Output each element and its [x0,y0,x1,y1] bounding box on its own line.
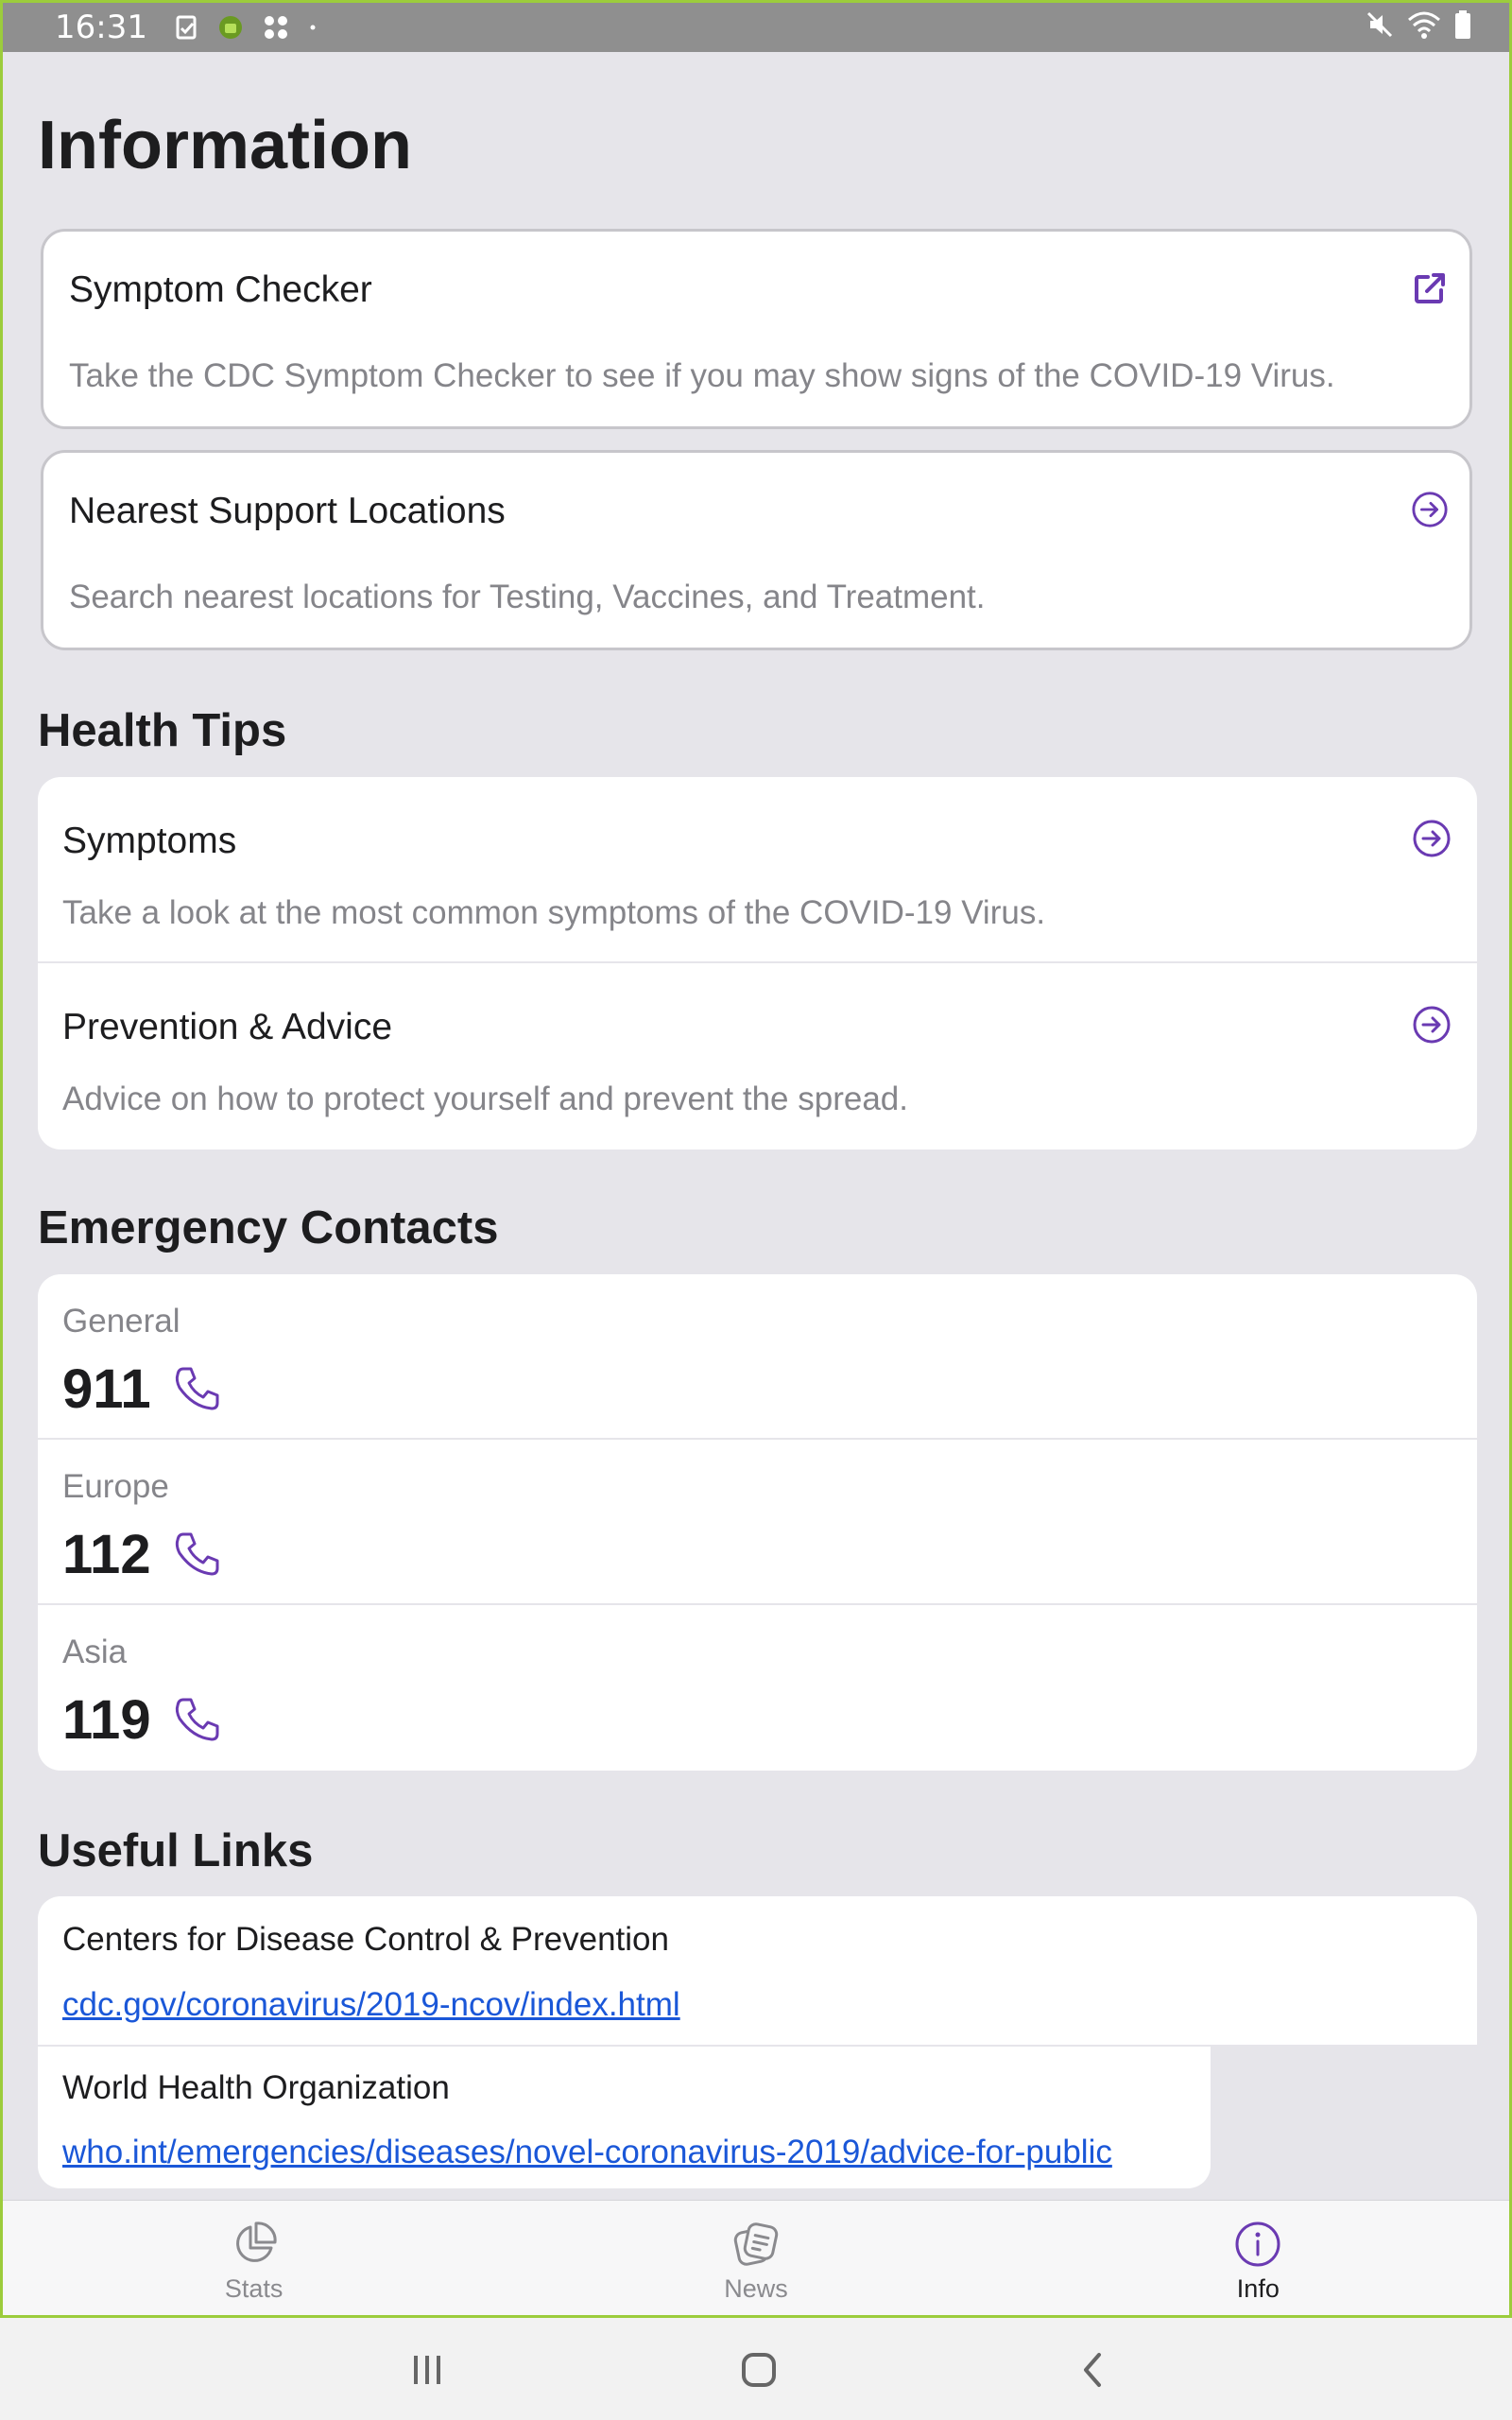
tab-label: Stats [224,2274,284,2303]
contact-region: Asia [62,1634,128,1670]
card-description: Search nearest locations for Testing, Va… [69,579,986,615]
system-status-icons [1366,10,1471,39]
status-time: 16:31 [55,9,147,46]
link-title: World Health Organization [62,2069,450,2106]
tab-label: Info [1236,2274,1280,2303]
card-title: Nearest Support Locations [69,491,506,531]
tab-label: News [724,2274,788,2303]
page-title: Information [38,108,412,183]
notification-icons [176,14,318,41]
home-icon[interactable] [730,2346,787,2394]
contact-general[interactable]: General 911 [38,1274,1477,1440]
health-tips-heading: Health Tips [38,705,287,756]
link-who: World Health Organization who.int/emerge… [38,2047,1211,2188]
info-screen[interactable]: Information Symptom Checker Take the CDC… [3,52,1509,2200]
info-icon [1235,2221,1280,2267]
news-icon [733,2222,779,2266]
contact-region: Europe [62,1468,169,1505]
system-navigation-bar [0,2318,1512,2420]
battery-icon [1455,10,1470,39]
phone-icon[interactable] [172,1694,223,1745]
tab-info[interactable]: Info [1007,2201,1509,2315]
tip-title: Symptoms [62,821,237,861]
link-cdc: Centers for Disease Control & Prevention… [38,1896,1477,2045]
pie-chart-icon [235,2221,277,2262]
tip-symptoms[interactable]: Symptoms Take a look at the most common … [38,777,1477,963]
nearest-support-locations-card[interactable]: Nearest Support Locations Search nearest… [41,450,1472,650]
contact-europe[interactable]: Europe 112 [38,1440,1477,1605]
symptom-checker-card[interactable]: Symptom Checker Take the CDC Symptom Che… [41,229,1472,429]
wifi-icon [1408,11,1440,39]
apps-icon [264,16,287,39]
external-link-icon[interactable] [1411,269,1449,307]
tab-stats[interactable]: Stats [3,2201,505,2315]
arrow-circle-right-icon [1413,820,1451,857]
health-tips-list: Symptoms Take a look at the most common … [38,777,1477,1150]
checklist-icon [176,15,197,40]
tip-description: Advice on how to protect yourself and pr… [62,1080,908,1117]
tab-news[interactable]: News [505,2201,1006,2315]
contact-number[interactable]: 911 [62,1357,151,1421]
tip-description: Take a look at the most common symptoms … [62,894,1046,931]
tip-prevention-advice[interactable]: Prevention & Advice Advice on how to pro… [38,963,1477,1150]
useful-links-heading: Useful Links [38,1825,314,1876]
phone-icon[interactable] [172,1363,223,1414]
phone-icon[interactable] [172,1529,223,1580]
contact-asia[interactable]: Asia 119 [38,1605,1477,1771]
link-url[interactable]: who.int/emergencies/diseases/novel-coron… [62,2134,1112,2171]
mute-icon [1366,11,1393,38]
card-description: Take the CDC Symptom Checker to see if y… [69,357,1335,394]
back-icon[interactable] [1065,2346,1122,2394]
arrow-circle-right-icon[interactable] [1411,491,1449,528]
arrow-circle-right-icon [1413,1006,1451,1044]
more-dot-icon [310,25,316,30]
contact-number[interactable]: 112 [62,1523,151,1586]
emergency-contacts-list: General 911 Europe 112 Asia 119 [38,1274,1477,1771]
link-url[interactable]: cdc.gov/coronavirus/2019-ncov/index.html [62,1986,680,2024]
status-bar: 16:31 [3,3,1509,52]
tip-title: Prevention & Advice [62,1007,393,1047]
contact-region: General [62,1303,180,1340]
recent-apps-icon[interactable] [399,2346,455,2394]
link-title: Centers for Disease Control & Prevention [62,1921,669,1958]
emergency-contacts-heading: Emergency Contacts [38,1202,499,1253]
contact-number[interactable]: 119 [62,1688,151,1752]
android-icon [218,16,242,39]
tab-bar: Stats News Info [3,2200,1509,2315]
card-title: Symptom Checker [69,269,372,310]
